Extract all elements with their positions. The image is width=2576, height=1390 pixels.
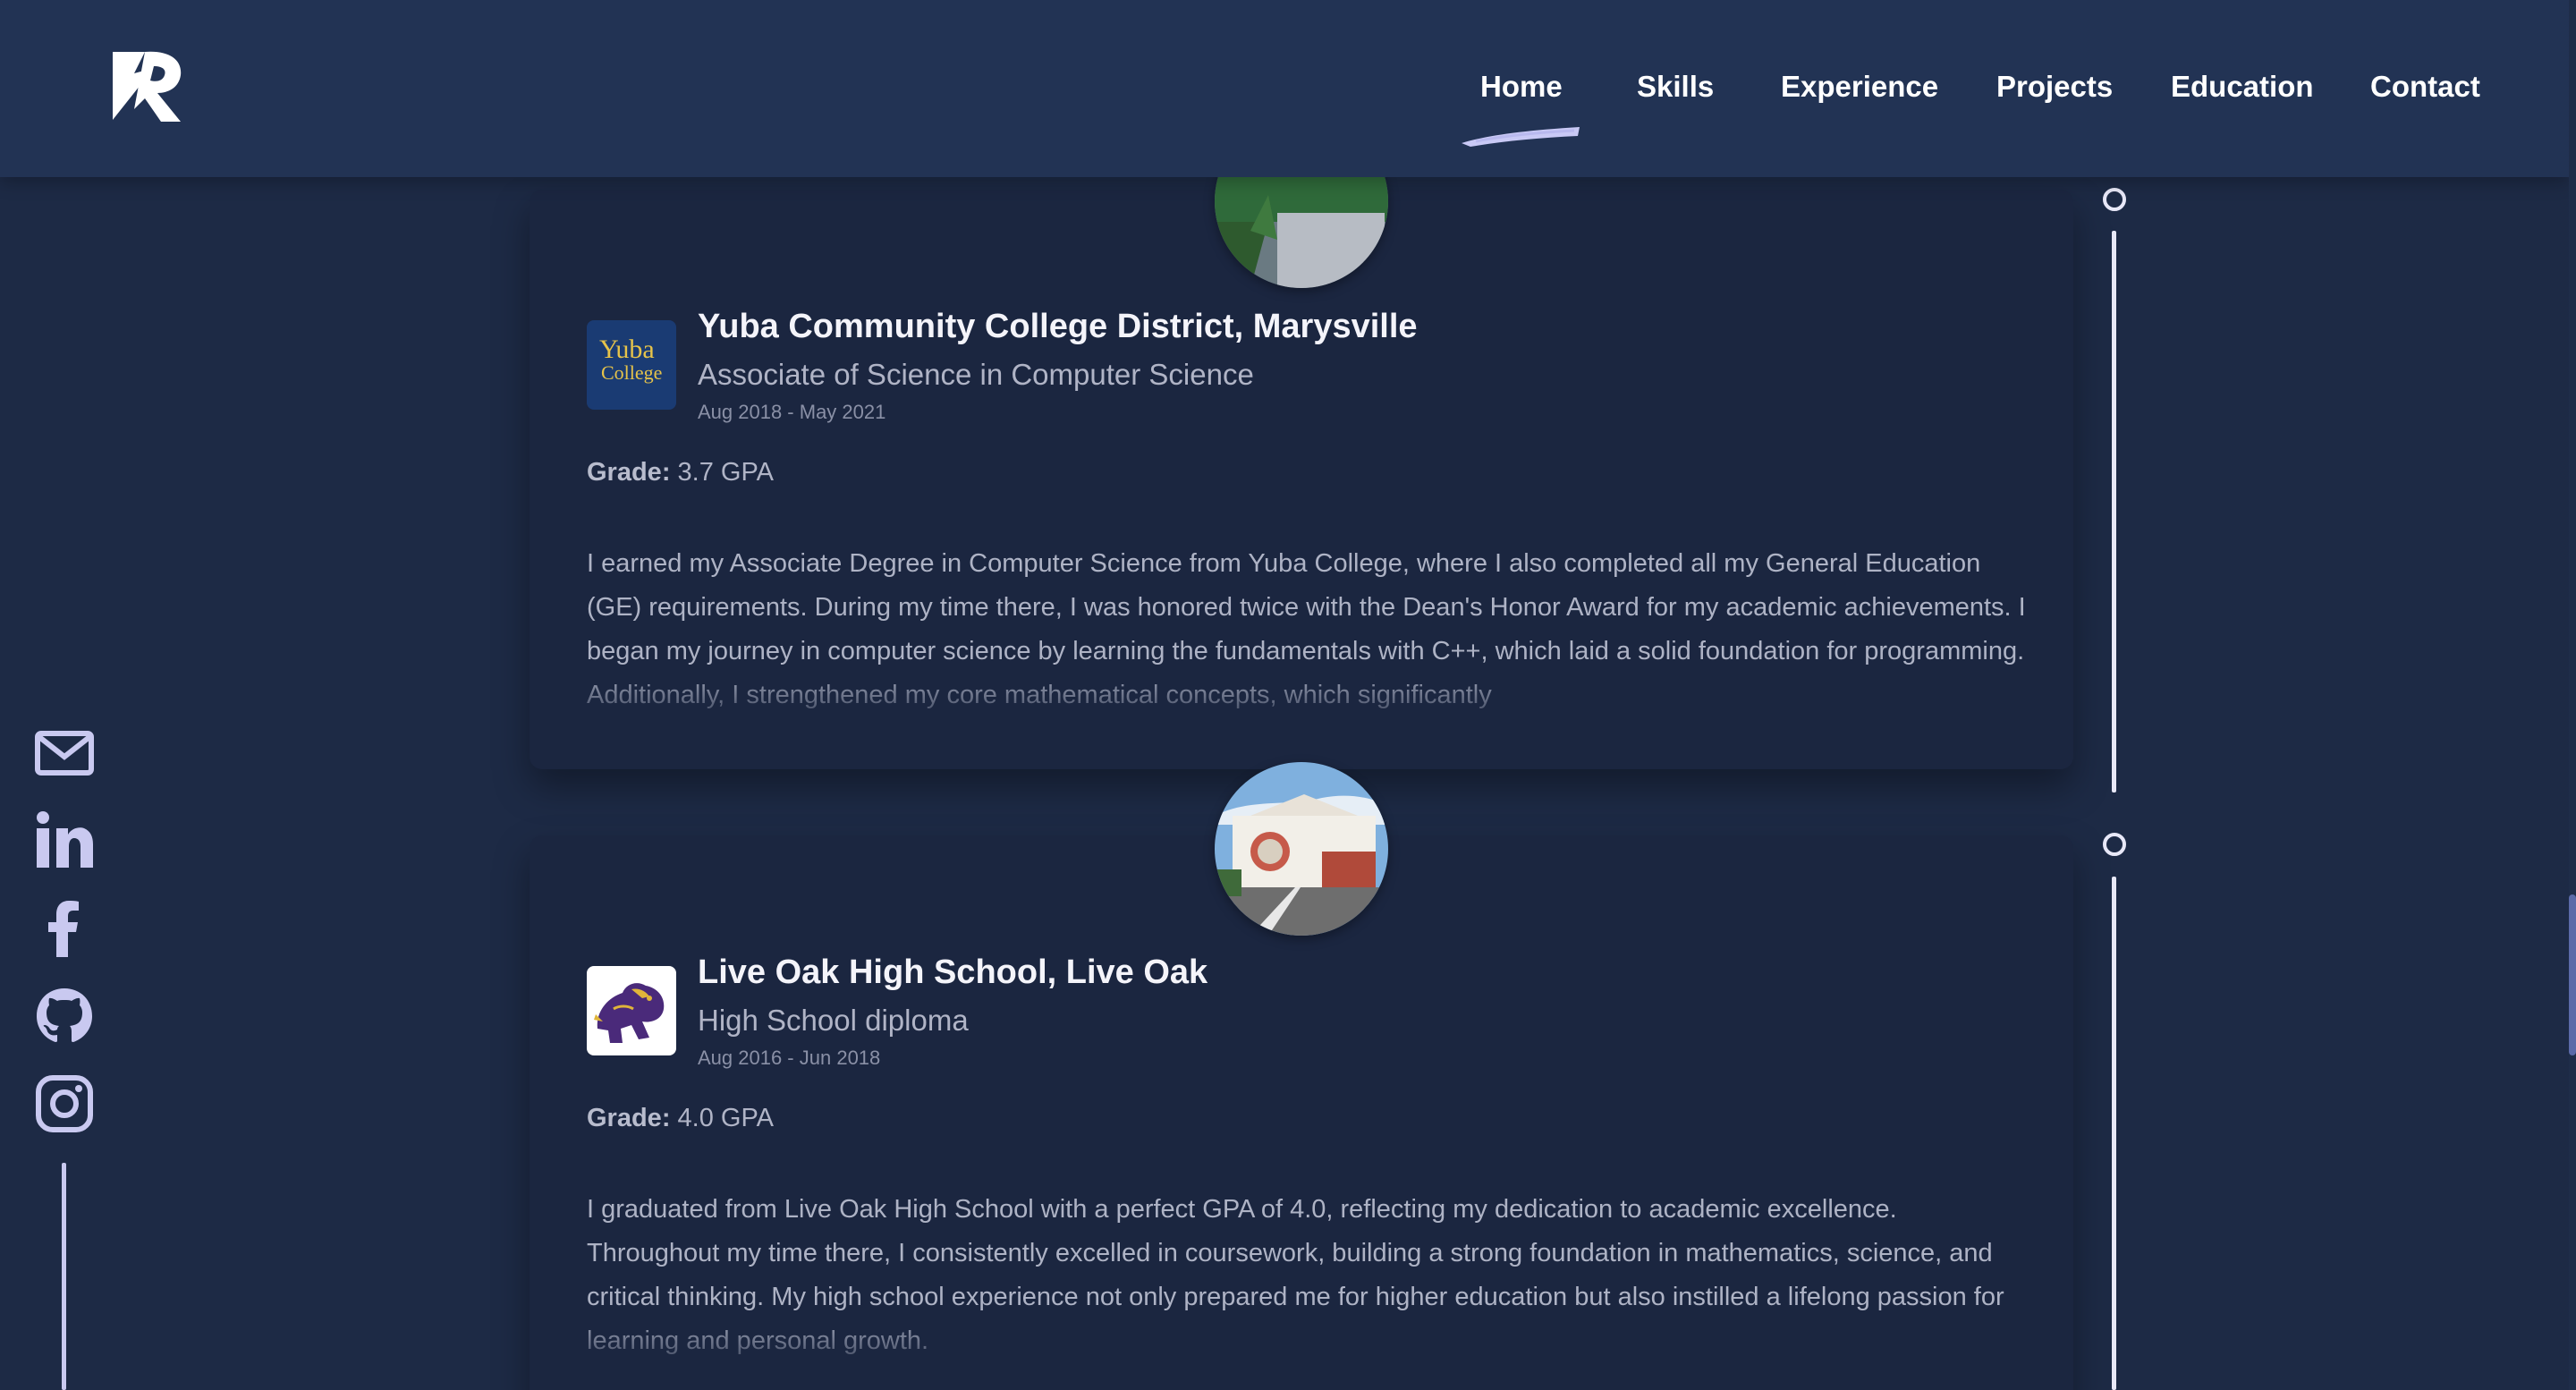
- description: I earned my Associate Degree in Computer…: [587, 549, 2026, 709]
- logo-text-college: College: [601, 361, 663, 384]
- grade-value: 3.7 GPA: [677, 458, 775, 487]
- main-nav: Home Skills Experience Projects Educatio…: [0, 64, 2569, 109]
- linkedin-icon[interactable]: [34, 810, 95, 871]
- school-name: Live Oak High School, Live Oak: [698, 954, 1208, 991]
- nav-experience[interactable]: Experience: [1781, 64, 1938, 109]
- grade-value: 4.0 GPA: [677, 1104, 775, 1132]
- social-divider-line: [62, 1163, 66, 1390]
- nav-skills[interactable]: Skills: [1637, 64, 1714, 109]
- instagram-icon[interactable]: [34, 1073, 95, 1134]
- timeline-line: [2112, 231, 2116, 792]
- yuba-college-logo: Yuba College: [587, 320, 676, 410]
- live-oak-school-photo: [1215, 762, 1388, 936]
- grade-label: Grade:: [587, 1104, 671, 1132]
- grade: Grade: 3.7 GPA: [587, 458, 774, 487]
- nav-home[interactable]: Home: [1480, 64, 1563, 109]
- mail-icon[interactable]: [34, 723, 95, 784]
- dates: Aug 2016 - Jun 2018: [698, 1047, 881, 1069]
- nav-projects[interactable]: Projects: [1996, 64, 2113, 109]
- timeline-line: [2112, 877, 2116, 1390]
- live-oak-lion-logo: [587, 966, 676, 1055]
- active-nav-brush-underline: [1462, 127, 1580, 147]
- nav-education[interactable]: Education: [2171, 64, 2314, 109]
- logo-text-yuba: Yuba: [599, 335, 655, 364]
- grade: Grade: 4.0 GPA: [587, 1104, 774, 1133]
- page: Home Skills Experience Projects Educatio…: [0, 0, 2576, 1390]
- school-name: Yuba Community College District, Marysvi…: [698, 308, 1418, 345]
- scrollbar[interactable]: [2569, 0, 2576, 1390]
- scrollbar-thumb[interactable]: [2569, 894, 2576, 1055]
- degree: High School diploma: [698, 1004, 969, 1037]
- degree: Associate of Science in Computer Science: [698, 358, 1254, 391]
- dates: Aug 2018 - May 2021: [698, 401, 886, 423]
- header: Home Skills Experience Projects Educatio…: [0, 0, 2569, 177]
- description: I graduated from Live Oak High School wi…: [587, 1195, 2004, 1355]
- grade-label: Grade:: [587, 458, 671, 487]
- timeline-dot: [2103, 833, 2126, 856]
- github-icon[interactable]: [34, 986, 95, 1047]
- timeline-dot: [2103, 188, 2126, 211]
- facebook-icon[interactable]: [34, 898, 95, 959]
- nav-contact[interactable]: Contact: [2370, 64, 2480, 109]
